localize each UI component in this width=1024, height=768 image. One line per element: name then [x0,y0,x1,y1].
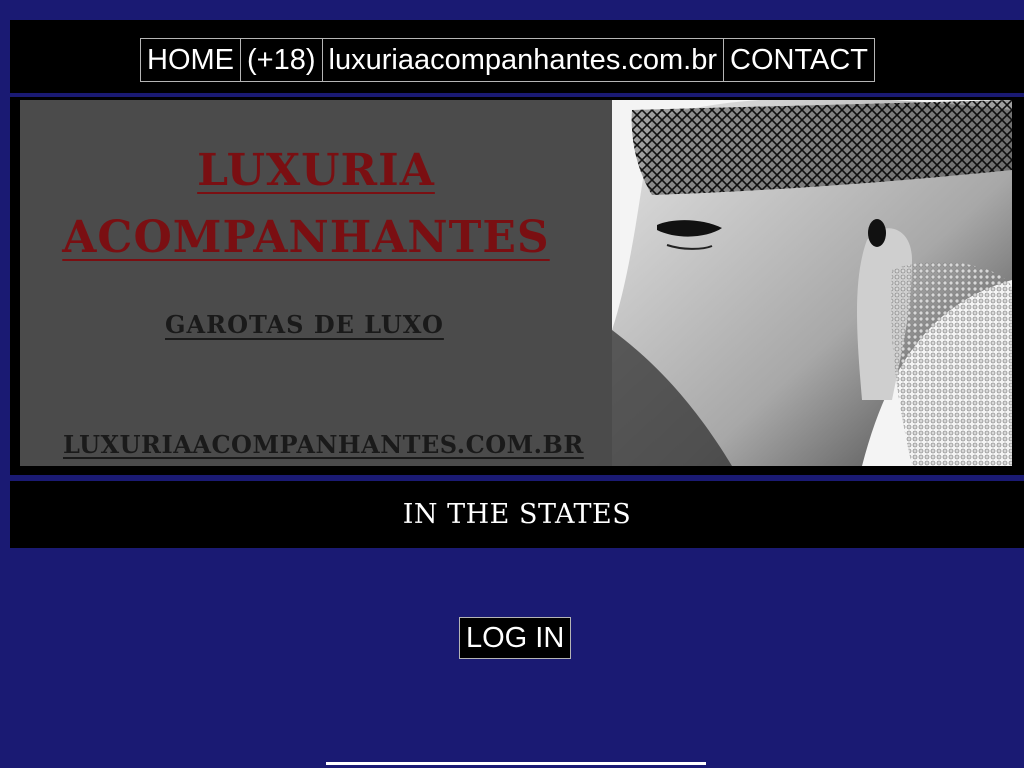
banner: LUXURIA ACOMPANHANTES GAROTAS DE LUXO LU… [10,97,1024,475]
nav-age-link[interactable]: (+18) [240,38,323,82]
masked-woman-illustration [612,100,1012,466]
banner-title-line1: LUXURIA [197,145,435,196]
masked-woman-photo [612,100,1012,466]
nav-home-link[interactable]: HOME [140,38,241,82]
banner-url: LUXURIAACOMPANHANTES.COM.BR [63,430,584,459]
login-button[interactable]: LOG IN [459,617,572,659]
main-nav: HOME (+18) luxuriaacompanhantes.com.br C… [140,38,876,82]
banner-tagline: GAROTAS DE LUXO [165,310,444,339]
section-heading: IN THE STATES [402,499,632,530]
top-nav-bar: HOME (+18) luxuriaacompanhantes.com.br C… [10,20,1024,93]
banner-text-panel: LUXURIA ACOMPANHANTES GAROTAS DE LUXO LU… [20,100,612,466]
banner-title-line2: ACOMPANHANTES [62,212,550,263]
nav-contact-link[interactable]: CONTACT [723,38,876,82]
nav-site-link[interactable]: luxuriaacompanhantes.com.br [321,38,724,82]
bottom-divider [326,762,706,765]
states-section-bar: IN THE STATES [10,481,1024,548]
